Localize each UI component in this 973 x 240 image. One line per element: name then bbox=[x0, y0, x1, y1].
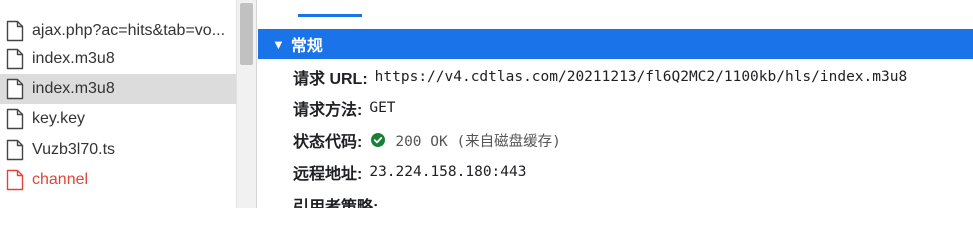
request-row-selected[interactable]: index.m3u8 bbox=[0, 74, 236, 104]
status-code-label: 状态代码: bbox=[293, 134, 363, 151]
status-code-row: 状态代码: 200 OK (来自磁盘缓存) bbox=[293, 128, 561, 152]
request-details-panel: ▼ 常规 请求 URL: https://v4.cdtlas.com/20211… bbox=[258, 0, 973, 208]
request-url-label: 请求 URL: bbox=[293, 71, 368, 88]
request-list-scrollbar[interactable] bbox=[236, 0, 257, 208]
request-row[interactable]: index.m3u8 bbox=[0, 44, 236, 74]
request-url-value[interactable]: https://v4.cdtlas.com/20211213/fl6Q2MC2/… bbox=[375, 69, 908, 85]
request-name: Vuzb3l70.ts bbox=[32, 141, 116, 158]
file-icon bbox=[6, 78, 24, 100]
request-name: ajax.php?ac=hits&tab=vo... bbox=[32, 22, 226, 39]
request-name: key.key bbox=[32, 110, 86, 127]
request-row-failed[interactable]: channel bbox=[0, 165, 236, 195]
section-title: 常规 bbox=[290, 38, 323, 55]
check-circle-icon bbox=[371, 133, 386, 147]
file-icon bbox=[6, 48, 24, 70]
request-url-row: 请求 URL: https://v4.cdtlas.com/20211213/f… bbox=[293, 65, 907, 89]
referrer-policy-label: 引用者策略: bbox=[293, 199, 379, 208]
remote-address-label: 远程地址: bbox=[293, 166, 363, 183]
request-method-value[interactable]: GET bbox=[369, 100, 395, 116]
status-code-value[interactable]: 200 OK (来自磁盘缓存) bbox=[395, 130, 561, 151]
referrer-policy-row: 引用者策略: bbox=[293, 193, 385, 208]
scrollbar-thumb[interactable] bbox=[240, 3, 253, 65]
general-section-header[interactable]: ▼ 常规 bbox=[258, 29, 973, 59]
request-row[interactable]: key.key bbox=[0, 104, 236, 134]
file-icon bbox=[6, 139, 24, 161]
request-name: channel bbox=[32, 171, 89, 188]
request-row[interactable]: Vuzb3l70.ts bbox=[0, 135, 236, 165]
file-icon bbox=[6, 20, 24, 42]
triangle-down-icon: ▼ bbox=[272, 36, 285, 52]
request-name: index.m3u8 bbox=[32, 50, 115, 67]
request-name: index.m3u8 bbox=[32, 80, 115, 97]
remote-address-row: 远程地址: 23.224.158.180:443 bbox=[293, 160, 526, 184]
request-method-row: 请求方法: GET bbox=[293, 96, 396, 120]
active-tab-indicator bbox=[298, 14, 362, 17]
request-row[interactable]: ajax.php?ac=hits&tab=vo... bbox=[0, 16, 236, 46]
remote-address-value[interactable]: 23.224.158.180:443 bbox=[369, 164, 526, 180]
request-method-label: 请求方法: bbox=[293, 102, 363, 119]
request-list: ajax.php?ac=hits&tab=vo... index.m3u8 in… bbox=[0, 0, 236, 208]
file-icon bbox=[6, 169, 24, 191]
file-icon bbox=[6, 108, 24, 130]
